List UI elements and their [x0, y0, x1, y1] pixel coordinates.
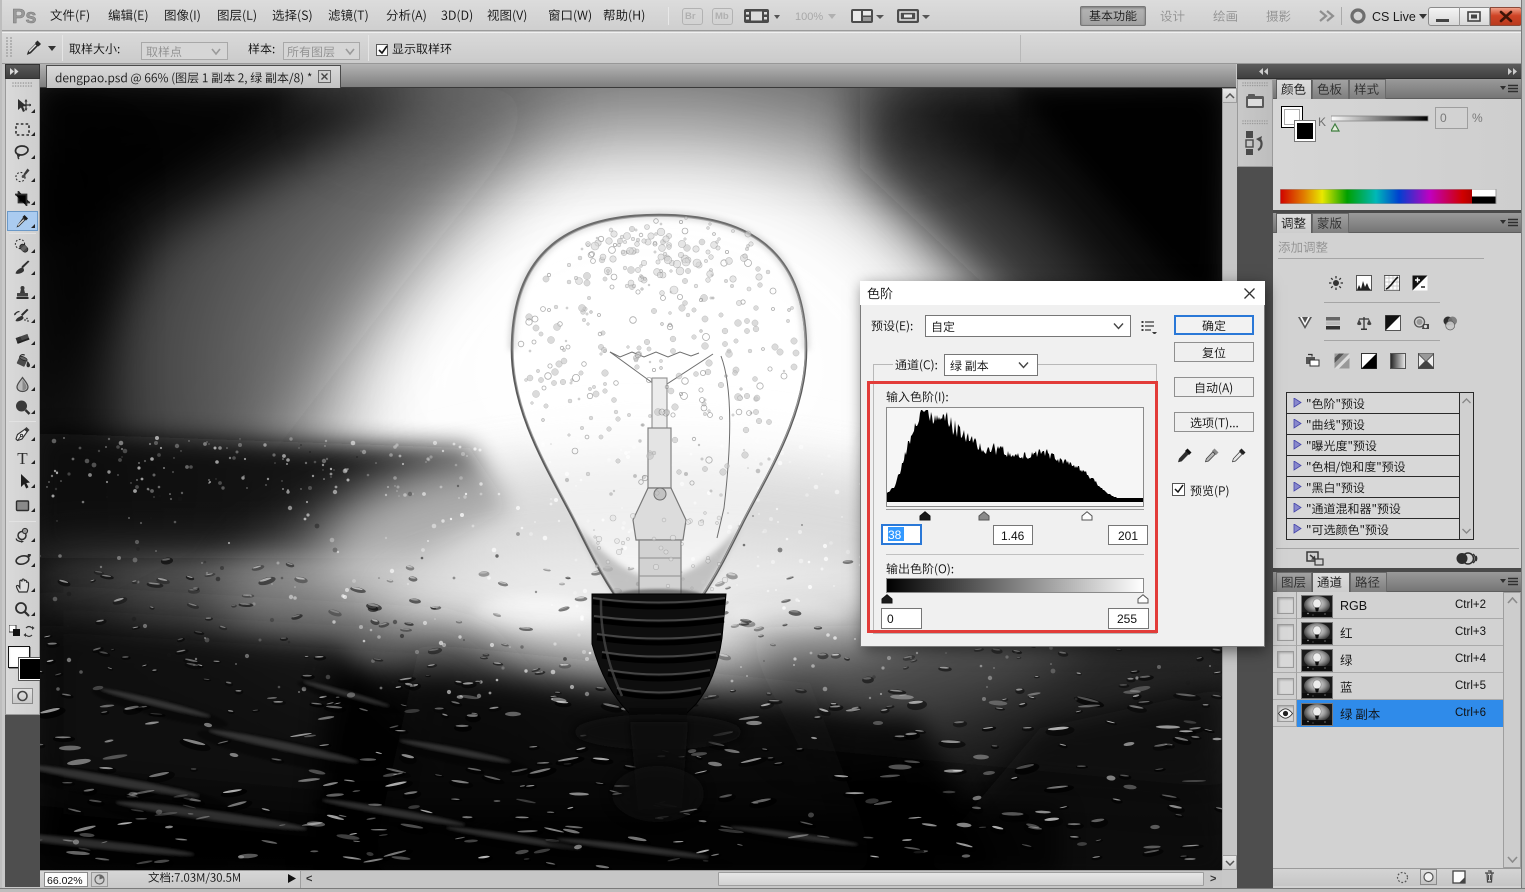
svg-text:Ps: Ps: [12, 6, 36, 28]
svg-text:T: T: [17, 449, 28, 466]
